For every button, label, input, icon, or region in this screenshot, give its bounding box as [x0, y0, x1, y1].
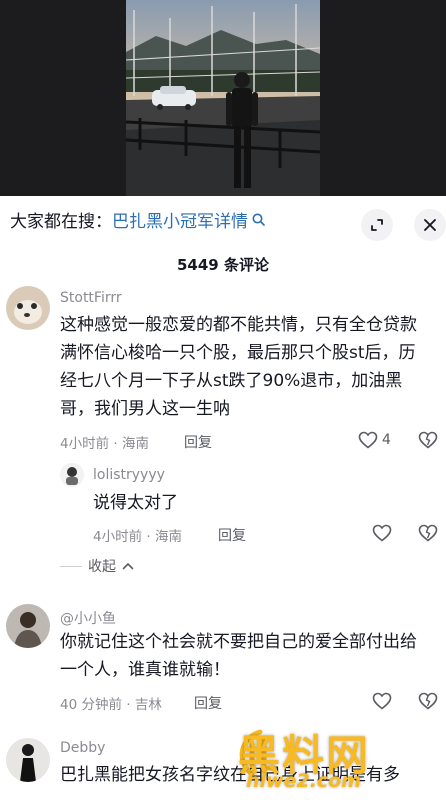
reply-button[interactable]: 回复: [218, 525, 246, 545]
reply-username[interactable]: lolistryyyy: [93, 467, 165, 483]
dislike-icon[interactable]: [418, 692, 438, 714]
avatar[interactable]: [6, 286, 50, 330]
comment-username[interactable]: Debby: [60, 740, 105, 756]
comments-count: 5449 条评论: [177, 256, 269, 274]
heart-icon[interactable]: [372, 692, 392, 714]
search-query-link[interactable]: 巴扎黑小冠军详情: [112, 212, 248, 232]
collapse-divider: [60, 565, 82, 567]
collapse-replies-button[interactable]: 收起: [60, 556, 134, 576]
search-suggestion[interactable]: 大家都在搜：巴扎黑小冠军详情: [10, 212, 266, 233]
video-frame[interactable]: [126, 0, 320, 196]
reply-meta: 4小时前 · 海南: [93, 529, 182, 545]
like-count: 4: [382, 432, 391, 448]
heart-icon[interactable]: [372, 524, 392, 546]
comment-text: 你就记住这个社会就不要把自己的爱全部付出给一个人，谁真谁就输！: [60, 632, 417, 680]
comment-username[interactable]: @小小鱼: [60, 608, 116, 628]
heart-icon: [358, 431, 378, 449]
comment-meta: 4小时前 · 海南: [60, 436, 149, 452]
avatar[interactable]: [60, 463, 84, 487]
reply-button[interactable]: 回复: [184, 432, 212, 452]
reply-button[interactable]: 回复: [194, 693, 222, 713]
comment-meta: 40 分钟前 · 吉林: [60, 697, 162, 713]
video-scene-image: [126, 0, 320, 196]
close-icon[interactable]: [414, 209, 446, 241]
comment-username[interactable]: StottFirrr: [60, 290, 122, 306]
comment-text: 这种感觉一般恋爱的都不能共情，只有全仓贷款满怀信心梭哈一只个股，最后那只个股st…: [60, 315, 417, 419]
search-prefix: 大家都在搜：: [10, 212, 112, 232]
reply-text: 说得太对了: [93, 493, 178, 513]
dislike-icon[interactable]: [418, 431, 438, 453]
collapse-label: 收起: [88, 559, 116, 575]
expand-icon[interactable]: [361, 209, 393, 241]
video-player-area[interactable]: [0, 0, 446, 196]
chevron-up-icon: [122, 562, 134, 570]
search-icon[interactable]: [248, 213, 266, 231]
like-button[interactable]: 4: [358, 431, 391, 449]
avatar[interactable]: [6, 738, 50, 782]
watermark-url: hlwe2.com: [246, 770, 362, 792]
avatar[interactable]: [6, 604, 50, 648]
dislike-icon[interactable]: [418, 524, 438, 546]
